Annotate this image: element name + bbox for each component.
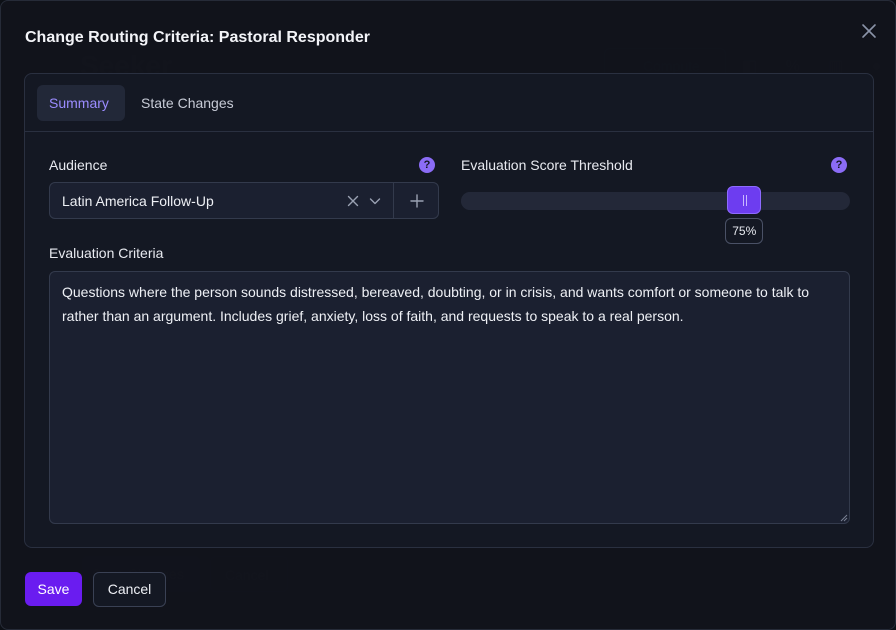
add-icon[interactable] [408,192,426,210]
close-button[interactable] [857,19,881,43]
dialog-title: Change Routing Criteria: Pastoral Respon… [25,29,370,46]
resize-handle-icon[interactable] [840,514,848,522]
audience-select[interactable]: Latin America Follow-Up [49,182,439,219]
threshold-slider-fill [461,192,753,210]
tab-bar: Summary State Changes [25,74,873,132]
tab-state-changes[interactable]: State Changes [129,85,246,121]
threshold-label: Evaluation Score Threshold [461,157,633,173]
cancel-button[interactable]: Cancel [93,572,166,607]
audience-selected-value: Latin America Follow-Up [62,193,214,209]
threshold-value-tooltip: 75% [725,218,764,244]
audience-label: Audience [49,157,108,173]
close-icon [862,24,876,38]
threshold-help-icon[interactable]: ? [831,157,847,173]
save-button[interactable]: Save [25,572,82,606]
chevron-down-icon[interactable] [367,193,383,209]
threshold-slider-track[interactable] [461,192,850,210]
select-divider [393,183,394,218]
criteria-label: Evaluation Criteria [49,245,164,261]
criteria-card: Summary State Changes Audience ? Latin A… [24,73,874,548]
tab-summary[interactable]: Summary [37,85,125,121]
routing-criteria-dialog: Change Routing Criteria: Pastoral Respon… [0,0,896,630]
audience-help-icon[interactable]: ? [419,157,435,173]
threshold-slider-thumb[interactable] [727,186,762,214]
clear-icon[interactable] [345,193,361,209]
criteria-textarea[interactable]: Questions where the person sounds distre… [49,271,850,524]
grip-icon [743,195,745,206]
